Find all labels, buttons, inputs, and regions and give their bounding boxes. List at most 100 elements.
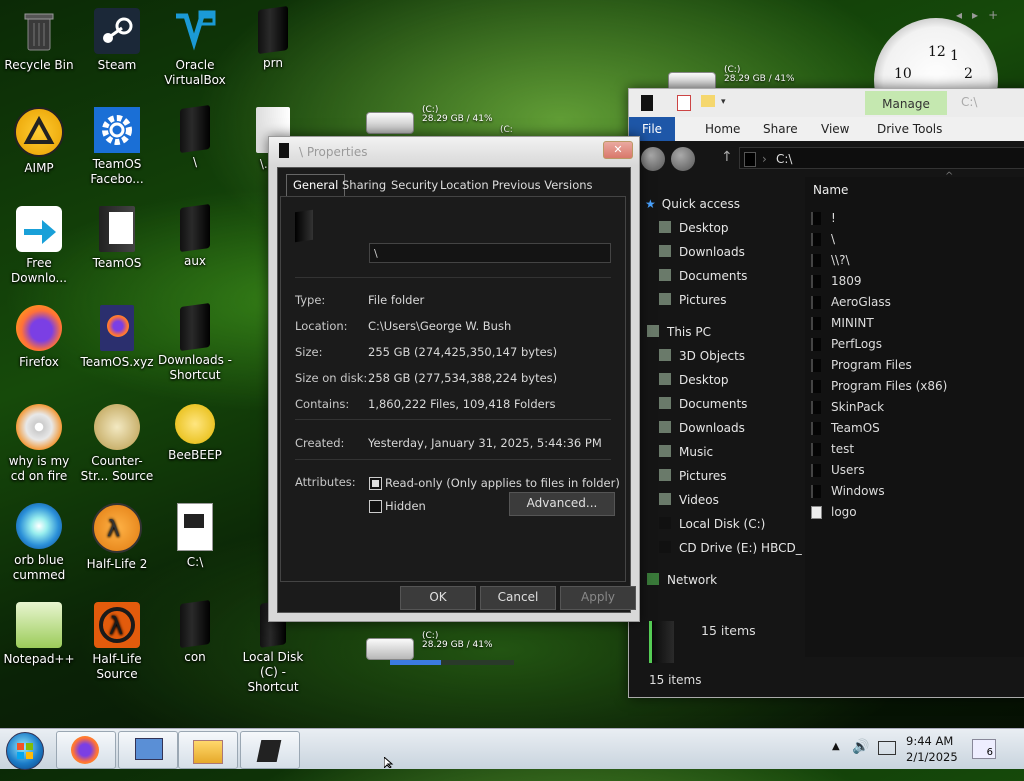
aimp-shortcut[interactable]: AIMP — [0, 107, 78, 176]
tab-location[interactable]: Location — [436, 176, 493, 194]
nav-pc-downloads[interactable]: Downloads — [659, 421, 745, 435]
volume-icon[interactable]: 🔊 — [852, 739, 869, 779]
list-item[interactable]: logo — [811, 505, 857, 519]
list-item[interactable]: MININT — [811, 316, 874, 330]
gadget-next-button[interactable]: ▸ — [972, 8, 988, 22]
manage-tab[interactable]: Manage — [865, 91, 947, 115]
network-icon[interactable] — [878, 741, 896, 755]
address-bar[interactable]: › C:\ — [739, 147, 1024, 169]
advanced-button[interactable]: Advanced... — [509, 492, 615, 516]
aux-folder[interactable]: aux — [156, 203, 234, 269]
folder-name-field[interactable]: \ — [369, 243, 611, 263]
close-button[interactable]: ✕ — [603, 141, 633, 159]
nav-music[interactable]: Music — [659, 445, 713, 459]
nav-this-pc[interactable]: This PC — [647, 325, 711, 339]
nav-local-disk[interactable]: Local Disk (C:) — [659, 517, 765, 531]
taskbar-firefox[interactable] — [56, 731, 116, 769]
list-item[interactable]: TeamOS — [811, 421, 880, 435]
nav-desktop[interactable]: Desktop — [659, 221, 729, 235]
taskbar-drawing-app[interactable] — [240, 731, 300, 769]
firefox-shortcut[interactable]: Firefox — [0, 305, 78, 370]
gadget-controls[interactable]: ◂▸+ — [956, 8, 1008, 22]
quick-access-toolbar-dropdown-icon[interactable]: ▾ — [721, 97, 726, 107]
virtualbox-shortcut[interactable]: Oracle VirtualBox — [156, 8, 234, 88]
backslash-folder[interactable]: \ — [156, 104, 234, 170]
column-header-name[interactable]: Name — [813, 183, 848, 197]
ok-button[interactable]: OK — [400, 586, 476, 610]
list-item[interactable]: \ — [811, 232, 835, 246]
half-life-2-shortcut[interactable]: λ Half-Life 2 — [78, 503, 156, 572]
up-arrow-icon[interactable]: ↑ — [721, 149, 733, 165]
teamos-facebook-shortcut[interactable]: TeamOS Facebo... — [78, 107, 156, 187]
cd-fire-shortcut[interactable]: why is my cd on fire — [0, 404, 78, 484]
drive-tools-tab[interactable]: Drive Tools — [877, 122, 942, 136]
list-item[interactable]: AeroGlass — [811, 295, 891, 309]
nav-documents[interactable]: Documents — [659, 269, 747, 283]
tab-general[interactable]: General — [286, 174, 346, 196]
home-tab[interactable]: Home — [705, 122, 740, 136]
new-folder-icon[interactable] — [701, 95, 715, 107]
tab-security[interactable]: Security — [387, 176, 442, 194]
tab-previous-versions[interactable]: Previous Versions — [488, 176, 597, 194]
teamos-doc-shortcut[interactable]: TeamOS — [78, 206, 156, 271]
taskbar-explorer[interactable] — [178, 731, 238, 769]
back-button[interactable] — [641, 147, 665, 171]
notification-center-button[interactable]: 6 — [972, 739, 996, 759]
beebeep-shortcut[interactable]: BeeBEEP — [156, 404, 234, 463]
nav-videos[interactable]: Videos — [659, 493, 719, 507]
list-item[interactable]: \\?\ — [811, 253, 850, 267]
list-item[interactable]: 1809 — [811, 274, 862, 288]
properties-titlebar[interactable]: \ Properties ✕ — [269, 137, 639, 165]
nav-cd-drive[interactable]: CD Drive (E:) HBCD_ — [659, 541, 802, 555]
show-hidden-icons-button[interactable]: ▲ — [832, 741, 840, 781]
recycle-bin-shortcut[interactable]: Recycle Bin — [0, 8, 78, 73]
tab-sharing[interactable]: Sharing — [338, 176, 390, 194]
nav-pc-desktop[interactable]: Desktop — [659, 373, 729, 387]
list-item[interactable]: Program Files — [811, 358, 912, 372]
list-item[interactable]: SkinPack — [811, 400, 884, 414]
cancel-button[interactable]: Cancel — [480, 586, 556, 610]
counter-strike-shortcut[interactable]: Counter-Str... Source — [78, 404, 156, 484]
forward-button[interactable] — [671, 147, 695, 171]
half-life-source-shortcut[interactable]: λ Half-Life Source — [78, 602, 156, 682]
nav-quick-access[interactable]: ★ Quick access — [645, 197, 740, 211]
drive-gadget-bottom[interactable]: (C:) 28.29 GB / 41% — [366, 632, 516, 666]
downloads-shortcut[interactable]: Downloads - Shortcut — [156, 302, 234, 383]
c-root-folder[interactable]: C:\ — [156, 503, 234, 570]
properties-check-icon[interactable] — [677, 95, 691, 111]
bee-icon — [175, 404, 215, 444]
taskbar-remote-desktop[interactable] — [118, 731, 178, 769]
readonly-checkbox[interactable] — [369, 477, 382, 490]
list-item[interactable]: Program Files (x86) — [811, 379, 947, 393]
view-tab[interactable]: View — [821, 122, 849, 136]
taskbar-clock[interactable]: 9:44 AM 2/1/2025 — [906, 733, 958, 765]
nav-downloads[interactable]: Downloads — [659, 245, 745, 259]
file-explorer-window: ▾ Manage C:\ File Home Share View Drive … — [628, 88, 1024, 698]
folder-icon — [811, 212, 821, 225]
drive-gadget[interactable]: (C:) 28.29 GB / 41% — [366, 106, 506, 136]
steam-shortcut[interactable]: Steam — [78, 8, 156, 73]
hidden-checkbox[interactable] — [369, 500, 382, 513]
prn-folder[interactable]: prn — [234, 5, 312, 71]
sort-chevron-icon[interactable]: ^ — [945, 171, 953, 182]
list-item[interactable]: PerfLogs — [811, 337, 882, 351]
gadget-add-button[interactable]: + — [988, 8, 1008, 22]
apply-button[interactable]: Apply — [560, 586, 636, 610]
nav-network[interactable]: Network — [647, 573, 717, 587]
gadget-prev-button[interactable]: ◂ — [956, 8, 972, 22]
orb-shortcut[interactable]: orb blue cummed — [0, 503, 78, 583]
nav-pc-pictures[interactable]: Pictures — [659, 469, 727, 483]
nav-pc-documents[interactable]: Documents — [659, 397, 747, 411]
list-item[interactable]: ! — [811, 211, 836, 225]
list-item[interactable]: Windows — [811, 484, 885, 498]
share-tab[interactable]: Share — [763, 122, 798, 136]
nav-pictures[interactable]: Pictures — [659, 293, 727, 307]
teamos-xyz-shortcut[interactable]: TeamOS.xyz — [78, 305, 156, 370]
notepad-plus-plus-shortcut[interactable]: Notepad++ — [0, 602, 78, 667]
list-item[interactable]: test — [811, 442, 854, 456]
start-button[interactable] — [6, 732, 44, 770]
nav-3d-objects[interactable]: 3D Objects — [659, 349, 745, 363]
con-folder[interactable]: con — [156, 599, 234, 665]
list-item[interactable]: Users — [811, 463, 865, 477]
free-download-shortcut[interactable]: Free Downlo... — [0, 206, 78, 286]
